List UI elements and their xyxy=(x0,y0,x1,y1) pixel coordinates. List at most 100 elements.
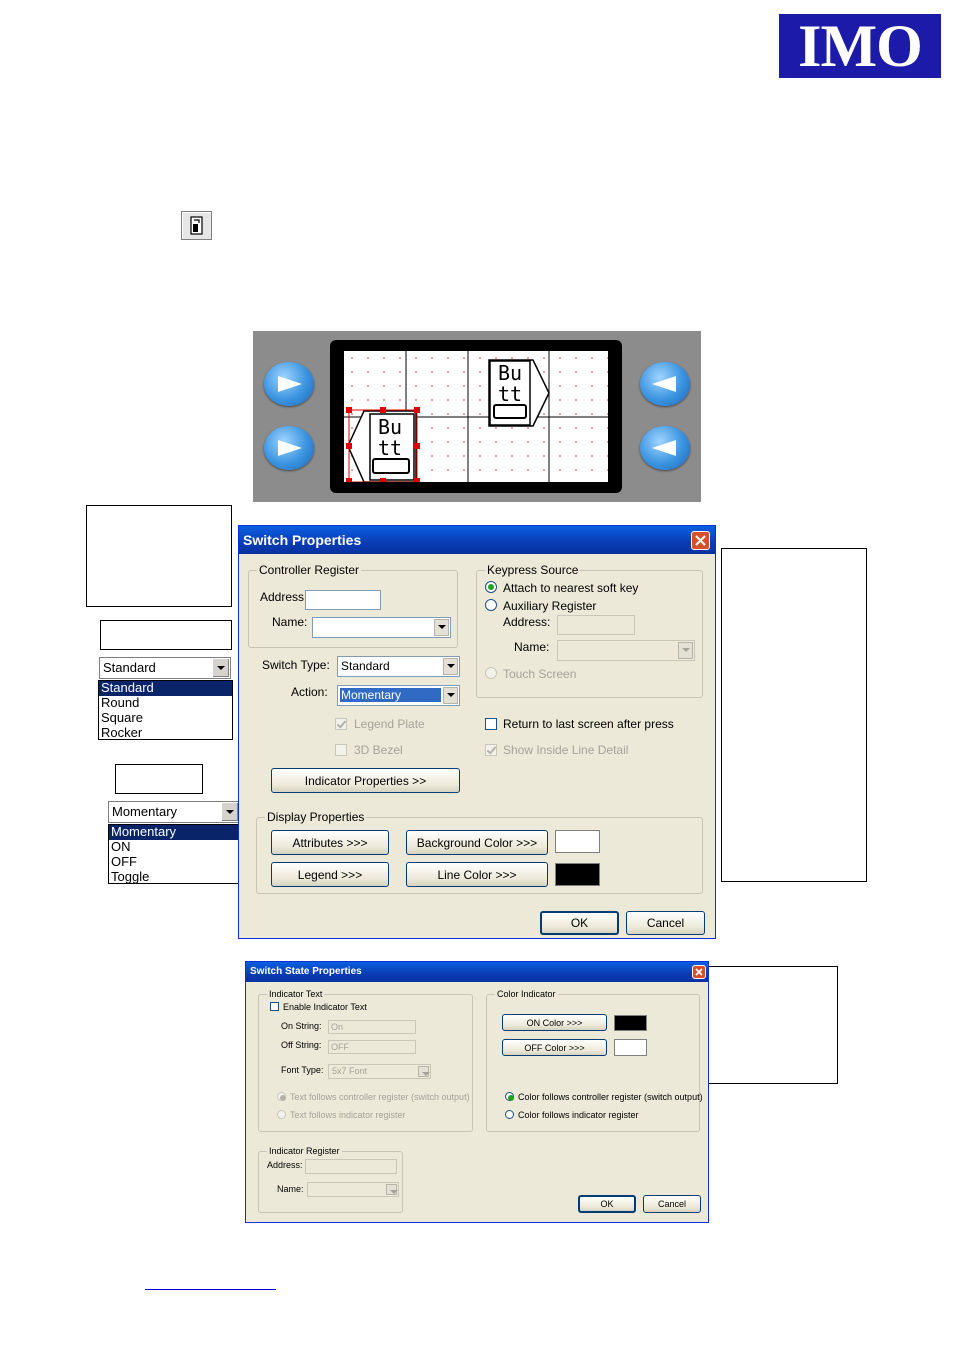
action-option[interactable]: ON xyxy=(109,840,241,855)
chevron-down-icon[interactable] xyxy=(386,1184,398,1195)
chevron-down-icon[interactable] xyxy=(212,659,229,677)
off-string-label: Off String: xyxy=(281,1040,322,1050)
action-dropdown[interactable]: Momentary xyxy=(108,801,240,823)
address-input[interactable] xyxy=(305,590,381,610)
switch-style-selected: Standard xyxy=(103,660,156,675)
switch-style-option[interactable]: Round xyxy=(99,696,232,711)
color-follows-controller-label: Color follows controller register (switc… xyxy=(518,1092,703,1102)
hyperlink-underline[interactable] xyxy=(145,1289,276,1290)
line-color-button[interactable]: Line Color >>> xyxy=(406,862,548,887)
line-color-button-label: Line Color >>> xyxy=(437,867,517,882)
attach-soft-key-radio[interactable] xyxy=(485,581,497,593)
hmi-left-arrow-button-2 xyxy=(640,426,690,470)
switch-style-dropdown[interactable]: Standard xyxy=(99,657,231,679)
attributes-button-label: Attributes >>> xyxy=(292,835,368,850)
annotation-box-3 xyxy=(115,764,203,794)
dialog-titlebar[interactable]: Switch Properties xyxy=(239,526,715,554)
chevron-down-icon[interactable] xyxy=(434,619,449,636)
cancel-button[interactable]: Cancel xyxy=(626,911,705,935)
on-string-value: On xyxy=(331,1022,344,1032)
off-string-input[interactable]: OFF xyxy=(328,1040,416,1054)
action-value: Momentary xyxy=(340,688,441,702)
switch-style-option[interactable]: Standard xyxy=(99,681,232,696)
state-dialog-titlebar[interactable]: Switch State Properties xyxy=(246,962,708,982)
3d-bezel-checkbox[interactable] xyxy=(335,744,347,756)
off-string-value: OFF xyxy=(331,1042,349,1052)
touch-screen-radio[interactable] xyxy=(485,667,497,679)
enable-indicator-text-checkbox[interactable] xyxy=(270,1002,279,1011)
group-legend: Display Properties xyxy=(265,810,367,824)
preview-label-bottom-2: tt xyxy=(378,436,403,460)
aux-address-input[interactable] xyxy=(557,615,635,635)
state-ok-button[interactable]: OK xyxy=(578,1195,636,1213)
preview-label-bottom-1: tt xyxy=(498,382,523,406)
background-color-swatch xyxy=(555,830,600,853)
action-option[interactable]: Toggle xyxy=(109,870,241,885)
chevron-down-icon[interactable] xyxy=(418,1066,430,1077)
indicator-name-combobox[interactable] xyxy=(307,1182,399,1197)
state-cancel-button[interactable]: Cancel xyxy=(643,1195,701,1213)
group-legend: Keypress Source xyxy=(485,563,581,577)
switch-type-label: Switch Type: xyxy=(262,658,330,672)
background-color-button[interactable]: Background Color >>> xyxy=(406,830,548,855)
text-follows-indicator-label: Text follows indicator register xyxy=(290,1110,406,1120)
ok-button[interactable]: OK xyxy=(540,911,619,935)
imo-logo: IMO xyxy=(779,14,941,78)
indicator-properties-button[interactable]: Indicator Properties >> xyxy=(271,768,460,793)
on-color-button[interactable]: ON Color >>> xyxy=(502,1014,607,1031)
on-color-button-label: ON Color >>> xyxy=(526,1017,583,1028)
touch-screen-label: Touch Screen xyxy=(503,667,577,681)
chevron-down-icon[interactable] xyxy=(221,803,238,821)
auxiliary-register-radio[interactable] xyxy=(485,599,497,611)
switch-type-combobox[interactable]: Standard xyxy=(337,656,460,677)
hmi-right-arrow-button-1 xyxy=(264,362,314,406)
close-icon[interactable] xyxy=(692,965,706,979)
name-label: Name: xyxy=(272,615,308,629)
return-last-screen-checkbox[interactable] xyxy=(485,718,497,730)
group-legend: Controller Register xyxy=(257,563,362,577)
show-inside-line-checkbox[interactable] xyxy=(485,744,497,756)
switch-style-option[interactable]: Rocker xyxy=(99,726,232,741)
close-icon[interactable] xyxy=(691,531,710,550)
switch-style-option[interactable]: Square xyxy=(99,711,232,726)
group-legend: Color Indicator xyxy=(495,989,558,999)
legend-button-label: Legend >>> xyxy=(297,867,363,882)
action-option[interactable]: OFF xyxy=(109,855,241,870)
on-string-input[interactable]: On xyxy=(328,1020,416,1034)
action-option[interactable]: Momentary xyxy=(109,825,241,840)
indicator-address-input[interactable] xyxy=(305,1159,397,1174)
chevron-down-icon[interactable] xyxy=(443,658,458,675)
legend-button[interactable]: Legend >>> xyxy=(271,862,389,887)
aux-name-combobox[interactable] xyxy=(557,640,695,661)
background-color-button-label: Background Color >>> xyxy=(416,835,538,850)
name-combobox[interactable] xyxy=(312,617,451,638)
chevron-down-icon[interactable] xyxy=(443,687,458,704)
action-label: Action: xyxy=(291,685,328,699)
switch-tool-icon[interactable] xyxy=(181,211,212,240)
text-follows-indicator-radio[interactable] xyxy=(277,1110,286,1119)
switch-style-options: Standard Round Square Rocker xyxy=(98,680,233,740)
attach-soft-key-label: Attach to nearest soft key xyxy=(503,581,639,595)
hmi-left-arrow-button-1 xyxy=(640,362,690,406)
color-follows-controller-radio[interactable] xyxy=(505,1092,514,1101)
auxiliary-register-label: Auxiliary Register xyxy=(503,599,597,613)
text-follows-controller-radio[interactable] xyxy=(277,1092,286,1101)
font-type-label: Font Type: xyxy=(281,1065,324,1075)
3d-bezel-label: 3D Bezel xyxy=(354,743,403,757)
line-color-swatch xyxy=(555,863,600,886)
state-dialog-title: Switch State Properties xyxy=(250,966,362,977)
off-color-button[interactable]: OFF Color >>> xyxy=(502,1039,607,1056)
indicator-name-label: Name: xyxy=(277,1184,304,1194)
hmi-screen-canvas: Bu tt Bu tt xyxy=(344,351,608,482)
chevron-down-icon[interactable] xyxy=(678,642,693,659)
font-type-combobox[interactable]: 5x7 Font xyxy=(328,1064,431,1079)
action-selected: Momentary xyxy=(112,804,178,819)
color-follows-indicator-radio[interactable] xyxy=(505,1110,514,1119)
attributes-button[interactable]: Attributes >>> xyxy=(271,830,389,855)
enable-indicator-text-label: Enable Indicator Text xyxy=(283,1002,367,1012)
cancel-button-label: Cancel xyxy=(646,916,685,930)
state-ok-button-label: OK xyxy=(600,1199,614,1209)
legend-plate-checkbox[interactable] xyxy=(335,718,347,730)
annotation-box-2 xyxy=(100,620,232,650)
action-combobox[interactable]: Momentary xyxy=(337,685,460,706)
